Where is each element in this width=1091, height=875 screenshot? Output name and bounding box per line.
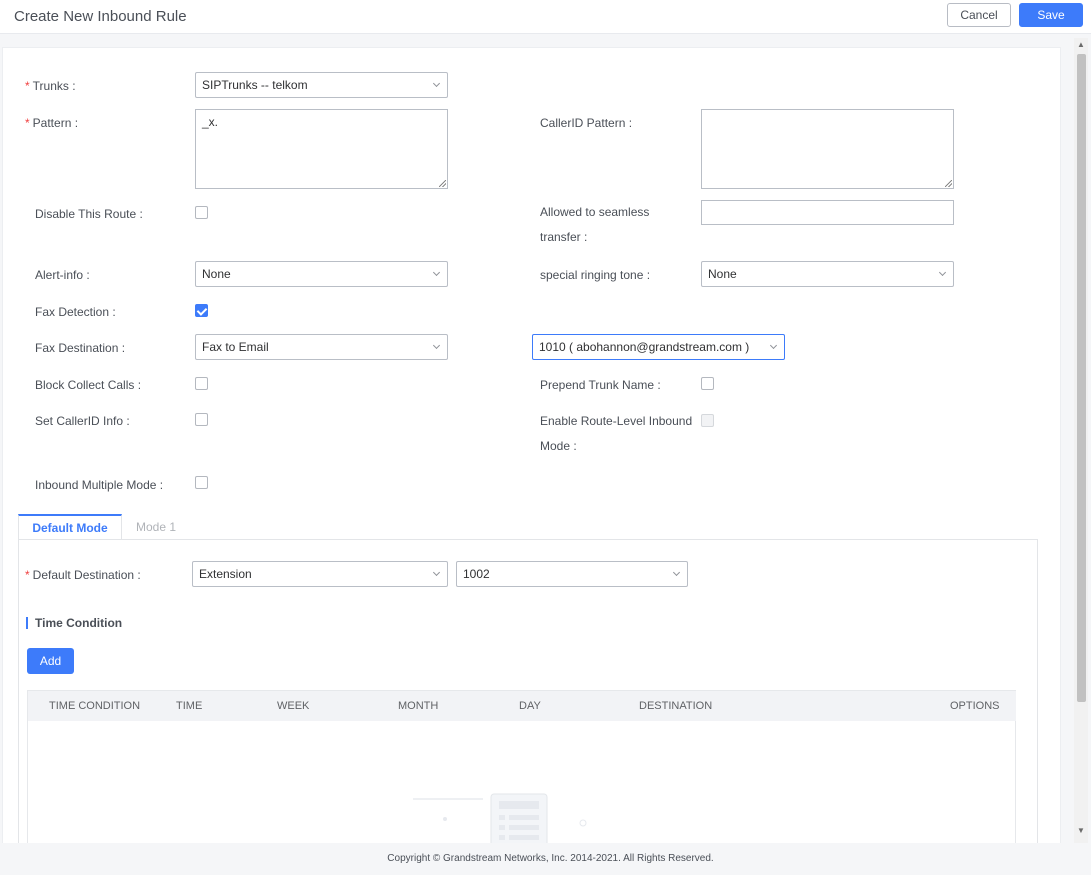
footer-copyright: Copyright © Grandstream Networks, Inc. 2…: [0, 843, 1091, 868]
alert-info-value: None: [202, 267, 231, 281]
special-ringing-label: special ringing tone :: [540, 268, 651, 282]
alert-info-label: Alert-info :: [35, 268, 90, 282]
column-header: WEEK: [277, 700, 310, 712]
default-destination-target-value: 1002: [463, 567, 490, 581]
fax-email-value: 1010 ( abohannon@grandstream.com ): [539, 340, 750, 354]
allowed-seamless-input[interactable]: [701, 200, 954, 225]
default-destination-type-select[interactable]: Extension: [192, 561, 448, 587]
pattern-label: * Pattern :: [25, 116, 79, 130]
column-header: DESTINATION: [639, 700, 713, 712]
prepend-trunk-checkbox[interactable]: [701, 377, 714, 390]
scroll-up-icon[interactable]: ▲: [1076, 40, 1086, 49]
trunks-value: SIPTrunks -- telkom: [202, 78, 308, 92]
table-header: TIME CONDITION TIME WEEK MONTH DAY DESTI…: [28, 691, 1016, 721]
cancel-button[interactable]: Cancel: [947, 3, 1011, 27]
fax-detection-label: Fax Detection :: [35, 305, 116, 319]
chevron-down-icon: [432, 79, 441, 88]
column-header: DAY: [519, 700, 541, 712]
special-ringing-value: None: [708, 267, 737, 281]
save-button[interactable]: Save: [1019, 3, 1083, 27]
inbound-multiple-label: Inbound Multiple Mode :: [35, 478, 164, 492]
callerid-pattern-textarea[interactable]: [701, 109, 954, 189]
set-callerid-label: Set CallerID Info :: [35, 414, 130, 428]
tab-mode-1[interactable]: Mode 1: [122, 514, 190, 540]
scroll-thumb[interactable]: [1077, 54, 1086, 702]
block-collect-label: Block Collect Calls :: [35, 378, 142, 392]
alert-info-select[interactable]: None: [195, 261, 448, 287]
scroll-down-icon[interactable]: ▼: [1076, 826, 1086, 835]
column-header: OPTIONS: [950, 700, 1000, 712]
default-destination-label: * Default Destination :: [25, 568, 141, 582]
default-destination-target-select[interactable]: 1002: [456, 561, 688, 587]
fax-destination-label: Fax Destination :: [35, 341, 126, 355]
tab-default-mode[interactable]: Default Mode: [18, 514, 122, 540]
default-destination-type-value: Extension: [199, 567, 252, 581]
prepend-trunk-label: Prepend Trunk Name :: [540, 378, 661, 392]
column-header: TIME: [176, 700, 203, 712]
fax-destination-value: Fax to Email: [202, 340, 269, 354]
inbound-multiple-checkbox[interactable]: [195, 476, 208, 489]
time-condition-table: TIME CONDITION TIME WEEK MONTH DAY DESTI…: [27, 690, 1016, 851]
route-level-inbound-label: Enable Route-Level Inbound Mode :: [540, 414, 693, 453]
empty-table-icon: [413, 793, 587, 851]
pattern-value: _x.: [202, 115, 219, 129]
set-callerid-checkbox[interactable]: [195, 413, 208, 426]
fax-email-select[interactable]: 1010 ( abohannon@grandstream.com ): [532, 334, 785, 360]
chevron-down-icon: [769, 341, 778, 350]
trunks-label: * Trunks :: [25, 79, 76, 93]
pattern-textarea[interactable]: _x.: [195, 109, 448, 189]
add-button[interactable]: Add: [27, 648, 74, 674]
chevron-down-icon: [432, 341, 441, 350]
fax-destination-select[interactable]: Fax to Email: [195, 334, 448, 360]
special-ringing-select[interactable]: None: [701, 261, 954, 287]
required-marker: *: [25, 568, 30, 582]
time-condition-title: Time Condition: [26, 617, 122, 629]
chevron-down-icon: [432, 568, 441, 577]
page-title: Create New Inbound Rule: [14, 8, 187, 25]
column-header: TIME CONDITION: [49, 700, 141, 712]
chevron-down-icon: [672, 568, 681, 577]
callerid-pattern-label: CallerID Pattern :: [540, 116, 633, 130]
chevron-down-icon: [432, 268, 441, 277]
top-bar: Create New Inbound Rule Cancel Save: [0, 0, 1091, 34]
required-marker: *: [25, 116, 30, 130]
route-level-inbound-checkbox: [701, 414, 714, 427]
allowed-seamless-label: Allowed to seamless transfer :: [540, 205, 650, 244]
fax-detection-checkbox[interactable]: [195, 304, 208, 317]
column-header: MONTH: [398, 700, 439, 712]
vertical-scrollbar[interactable]: ▲ ▼: [1074, 38, 1088, 843]
required-marker: *: [25, 79, 30, 93]
disable-route-checkbox[interactable]: [195, 206, 208, 219]
chevron-down-icon: [938, 268, 947, 277]
block-collect-checkbox[interactable]: [195, 377, 208, 390]
disable-route-label: Disable This Route :: [35, 207, 143, 221]
resize-handle-icon[interactable]: [945, 180, 952, 187]
trunks-select[interactable]: SIPTrunks -- telkom: [195, 72, 448, 98]
resize-handle-icon[interactable]: [439, 180, 446, 187]
